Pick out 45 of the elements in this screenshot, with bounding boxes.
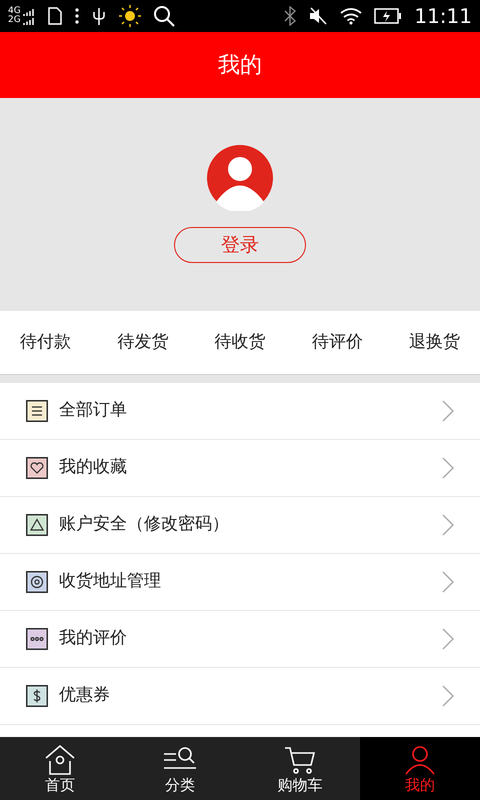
search-icon: [152, 5, 175, 27]
clock-time: 11:11: [414, 3, 472, 30]
battery-icon: [374, 8, 402, 24]
menu-label: 账户安全（修改密码）: [59, 513, 230, 536]
order-status-tab[interactable]: 待评价: [312, 330, 363, 356]
menu-label: 我的评价: [59, 627, 128, 650]
user-icon: [403, 744, 437, 776]
tab-bar-item[interactable]: 购物车: [240, 737, 360, 800]
chevron-right-icon: [442, 457, 454, 479]
avatar-icon: [207, 145, 273, 211]
chevron-right-icon: [442, 400, 454, 422]
chevron-right-icon: [442, 514, 454, 536]
order-status-tab[interactable]: 退换货: [409, 330, 460, 356]
menu-row[interactable]: 收货地址管理: [0, 554, 480, 611]
order-status-tab[interactable]: 待收货: [214, 330, 266, 356]
bluetooth-icon: [284, 6, 296, 26]
menu-row[interactable]: 账户安全（修改密码）: [0, 497, 480, 554]
tab-bar-item[interactable]: 我的: [360, 737, 480, 800]
wifi-icon: [340, 7, 362, 25]
menu-row[interactable]: 全部订单: [0, 383, 480, 440]
tab-bar-item[interactable]: 首页: [0, 737, 120, 800]
menu-label: 我的收藏: [59, 456, 128, 480]
menu-row[interactable]: 我的收藏: [0, 440, 480, 497]
network-label: 4G: [8, 7, 21, 16]
usb-icon: [90, 6, 107, 26]
cart-icon: [283, 744, 317, 776]
chevron-right-icon: [442, 571, 454, 593]
menu-label: 收货地址管理: [59, 570, 162, 594]
home-icon: [43, 744, 77, 776]
login-button[interactable]: 登录: [174, 227, 306, 263]
tab-bar-item[interactable]: 分类: [120, 737, 240, 800]
chevron-right-icon: [442, 628, 454, 650]
mute-icon: [308, 6, 328, 26]
chevron-right-icon: [442, 685, 454, 707]
menu-row[interactable]: 我的评价: [0, 611, 480, 668]
order-status-tab[interactable]: 待付款: [20, 330, 71, 356]
menu-label: 全部订单: [59, 399, 128, 422]
menu-label: 优惠券: [59, 684, 111, 708]
order-status-tab[interactable]: 待发货: [117, 330, 168, 356]
network-label: 2G: [8, 16, 21, 25]
page-title: 我的: [218, 52, 262, 80]
sim-card-icon: [46, 6, 63, 26]
menu-row[interactable]: 优惠券: [0, 668, 480, 725]
more-icon: [74, 7, 79, 25]
sun-icon: [118, 5, 141, 27]
